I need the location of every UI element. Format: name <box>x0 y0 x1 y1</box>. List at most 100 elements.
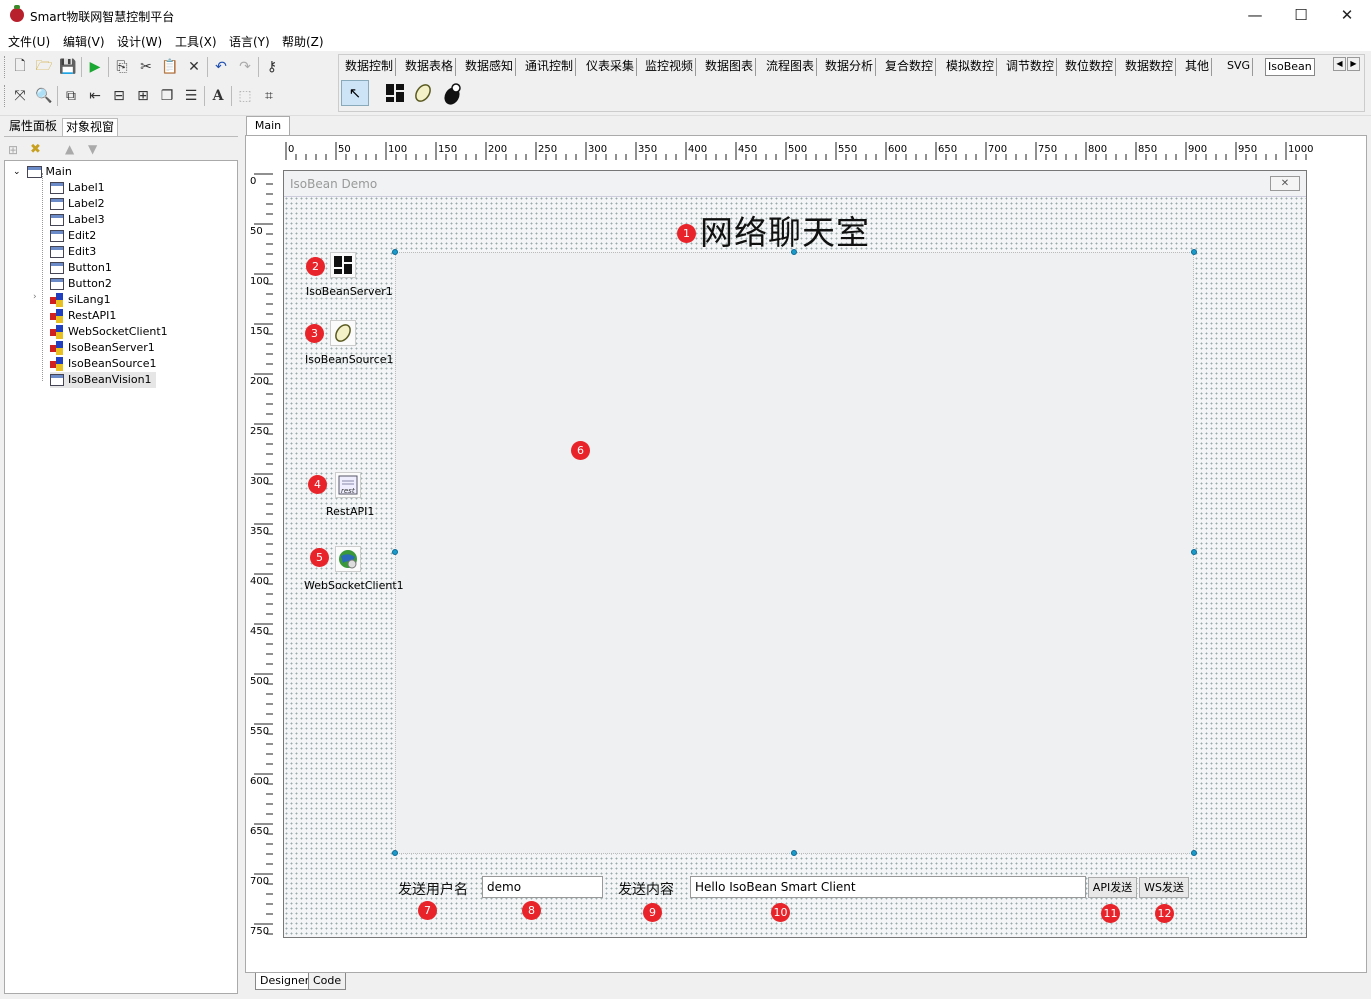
tree-item-label1[interactable]: Label1 <box>50 180 105 196</box>
palette-tab-data-control[interactable]: 数据控制 <box>343 58 397 76</box>
chat-room-title-label[interactable]: 网络聊天室 <box>700 206 870 254</box>
tab-properties[interactable]: 属性面板 <box>6 118 60 136</box>
expand-chevron-icon[interactable]: › <box>33 292 37 302</box>
content-input[interactable]: Hello IsoBean Smart Client <box>690 876 1086 898</box>
open-folder-icon[interactable]: 🗁 <box>33 56 55 78</box>
resize-handle[interactable] <box>1191 549 1197 555</box>
isobean-source-component[interactable] <box>330 320 356 346</box>
tab-code[interactable]: Code <box>308 973 347 990</box>
toolbar-grip[interactable] <box>4 56 7 78</box>
palette-tab-isobean[interactable]: IsoBean <box>1265 58 1315 76</box>
palette-tab-flowchart[interactable]: 流程图表 <box>764 58 818 76</box>
palette-tab-adjust[interactable]: 调节数控 <box>1004 58 1058 76</box>
tree-item-edit2[interactable]: Edit2 <box>50 228 96 244</box>
align-bottom-icon[interactable]: ⊟ <box>108 85 130 107</box>
menu-edit[interactable]: 编辑(V) <box>63 33 105 50</box>
cut-icon[interactable]: ✂ <box>135 56 157 78</box>
resize-handle[interactable] <box>392 249 398 255</box>
tree-item-isobeanvision1[interactable]: IsoBeanVision1 <box>50 372 156 388</box>
scroll-right-icon[interactable]: ▶ <box>1347 57 1360 71</box>
menu-help[interactable]: 帮助(Z) <box>282 33 324 50</box>
restapi-component[interactable]: rest <box>335 472 361 498</box>
palette-tab-chart[interactable]: 数据图表 <box>703 58 757 76</box>
tree-item-label3[interactable]: Label3 <box>50 212 105 228</box>
resize-handle[interactable] <box>791 850 797 856</box>
api-send-button[interactable]: API发送 <box>1088 877 1137 898</box>
tree-item-edit3[interactable]: Edit3 <box>50 244 96 260</box>
resize-handle[interactable] <box>1191 249 1197 255</box>
palette-tab-analysis[interactable]: 数据分析 <box>823 58 877 76</box>
isobean-server-tool-icon[interactable] <box>385 83 405 103</box>
palette-tab-data-sensing[interactable]: 数据感知 <box>463 58 517 76</box>
palette-tab-other[interactable]: 其他 <box>1183 58 1213 76</box>
tab-object-view[interactable]: 对象视窗 <box>62 118 119 136</box>
tree-item-label2[interactable]: Label2 <box>50 196 105 212</box>
tree-item-websocketclient1[interactable]: WebSocketClient1 <box>50 324 168 340</box>
palette-tab-data-numeric[interactable]: 数据数控 <box>1123 58 1177 76</box>
form-close-button[interactable]: ✕ <box>1270 176 1300 191</box>
key-icon[interactable]: ⚷ <box>261 56 283 78</box>
content-label[interactable]: 发送内容 <box>618 879 674 899</box>
copy-icon[interactable]: ⎘ <box>111 56 133 78</box>
font-icon[interactable]: A <box>207 85 229 107</box>
align-grid-icon[interactable]: ⊞ <box>132 85 154 107</box>
tree-add-icon[interactable]: ⊞ <box>8 143 24 157</box>
move-up-icon[interactable]: ▲ <box>65 142 74 156</box>
resize-handle[interactable] <box>392 549 398 555</box>
move-down-icon[interactable]: ▼ <box>88 142 97 156</box>
pointer-tool-icon[interactable]: ↖ <box>341 80 369 106</box>
username-label[interactable]: 发送用户名 <box>398 879 468 899</box>
paste-icon[interactable]: 📋 <box>159 56 181 78</box>
tree-item-isobeansource1[interactable]: IsoBeanSource1 <box>50 356 157 372</box>
toolbar-grip[interactable] <box>4 85 7 107</box>
tree-delete-icon[interactable]: ✖ <box>30 142 48 157</box>
group-icon[interactable]: ❐ <box>156 85 178 107</box>
menu-file[interactable]: 文件(U) <box>8 33 50 50</box>
new-file-icon[interactable]: 🗋 <box>9 56 31 78</box>
select-frame-icon[interactable]: ⬚ <box>234 85 256 107</box>
align-horizontal-icon[interactable]: ⇤ <box>84 85 106 107</box>
tree-item-isobeanserver1[interactable]: IsoBeanServer1 <box>50 340 155 356</box>
tree-item-button1[interactable]: Button1 <box>50 260 112 276</box>
bring-front-icon[interactable]: ⧉ <box>60 85 82 107</box>
tab-main[interactable]: Main <box>246 116 290 136</box>
redo-icon[interactable]: ↷ <box>234 56 256 78</box>
isobean-vision-tool-icon[interactable] <box>440 82 464 106</box>
resize-handle[interactable] <box>392 850 398 856</box>
menu-language[interactable]: 语言(Y) <box>229 33 270 50</box>
tree-item-restapi1[interactable]: RestAPI1 <box>50 308 116 324</box>
save-icon[interactable]: 💾 <box>57 56 79 78</box>
distribute-icon[interactable]: ☰ <box>180 85 202 107</box>
tab-designer[interactable]: Designer <box>255 973 315 990</box>
ws-send-button[interactable]: WS发送 <box>1139 877 1189 898</box>
tree-item-button2[interactable]: Button2 <box>50 276 112 292</box>
zoom-page-icon[interactable]: 🔍 <box>33 85 55 107</box>
palette-tab-data-grid[interactable]: 数据表格 <box>403 58 457 76</box>
username-input[interactable]: demo <box>482 876 603 898</box>
palette-tab-digital[interactable]: 数位数控 <box>1063 58 1117 76</box>
tree-item-silang1[interactable]: siLang1 <box>50 292 111 308</box>
fit-size-icon[interactable]: ⤧ <box>9 85 31 107</box>
palette-tab-gauge[interactable]: 仪表采集 <box>584 58 638 76</box>
maximize-button[interactable]: ☐ <box>1278 0 1324 31</box>
palette-tab-svg[interactable]: SVG <box>1225 58 1254 76</box>
websocket-client-component[interactable] <box>335 546 361 572</box>
resize-handle[interactable] <box>791 249 797 255</box>
delete-icon[interactable]: ✕ <box>183 56 205 78</box>
run-play-icon[interactable]: ▶ <box>84 56 106 78</box>
palette-tab-composite[interactable]: 复合数控 <box>883 58 937 76</box>
isobean-vision-area[interactable] <box>395 252 1194 854</box>
isobean-server-component[interactable] <box>330 252 356 278</box>
expand-chevron-icon[interactable]: ⌄ <box>13 164 21 180</box>
close-button[interactable]: ✕ <box>1324 0 1370 31</box>
palette-tab-analog[interactable]: 模拟数控 <box>944 58 998 76</box>
palette-tab-comm-control[interactable]: 通讯控制 <box>523 58 577 76</box>
menu-design[interactable]: 设计(W) <box>117 33 162 50</box>
scroll-left-icon[interactable]: ◀ <box>1333 57 1346 71</box>
tab-order-icon[interactable]: ⌗ <box>258 85 280 107</box>
palette-tab-video[interactable]: 监控视频 <box>643 58 697 76</box>
isobean-source-tool-icon[interactable] <box>412 82 434 104</box>
undo-icon[interactable]: ↶ <box>210 56 232 78</box>
resize-handle[interactable] <box>1191 850 1197 856</box>
menu-tools[interactable]: 工具(X) <box>175 33 217 50</box>
